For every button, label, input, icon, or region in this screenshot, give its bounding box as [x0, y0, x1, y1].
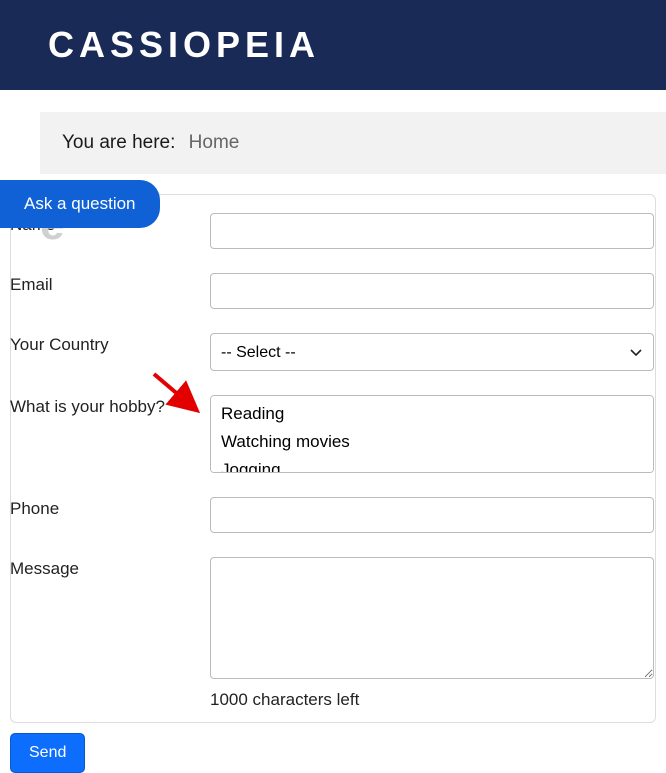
- hobby-option[interactable]: Watching movies: [221, 428, 643, 456]
- site-logo: CASSIOPEIA: [48, 24, 320, 66]
- ask-question-button[interactable]: Ask a question: [0, 180, 160, 228]
- hobby-label: What is your hobby?: [10, 395, 210, 417]
- country-select[interactable]: -- Select --: [210, 333, 654, 371]
- email-input[interactable]: [210, 273, 654, 309]
- message-char-counter: 1000 characters left: [210, 690, 654, 710]
- country-label: Your Country: [10, 333, 210, 355]
- email-label: Email: [10, 273, 210, 295]
- breadcrumb: You are here: Home: [40, 112, 666, 174]
- hobby-option[interactable]: Jogging: [221, 456, 643, 473]
- name-input[interactable]: [210, 213, 654, 249]
- header-bar: CASSIOPEIA: [0, 0, 666, 90]
- message-textarea[interactable]: [210, 557, 654, 679]
- hobby-option[interactable]: Reading: [221, 400, 643, 428]
- message-label: Message: [10, 557, 210, 579]
- breadcrumb-label: You are here:: [62, 132, 175, 153]
- contact-form: Name Email Your Country -- Select -- Wha…: [10, 194, 656, 723]
- hobby-multiselect[interactable]: Reading Watching movies Jogging: [210, 395, 654, 473]
- phone-input[interactable]: [210, 497, 654, 533]
- phone-label: Phone: [10, 497, 210, 519]
- send-button[interactable]: Send: [10, 733, 85, 773]
- breadcrumb-home[interactable]: Home: [189, 132, 240, 153]
